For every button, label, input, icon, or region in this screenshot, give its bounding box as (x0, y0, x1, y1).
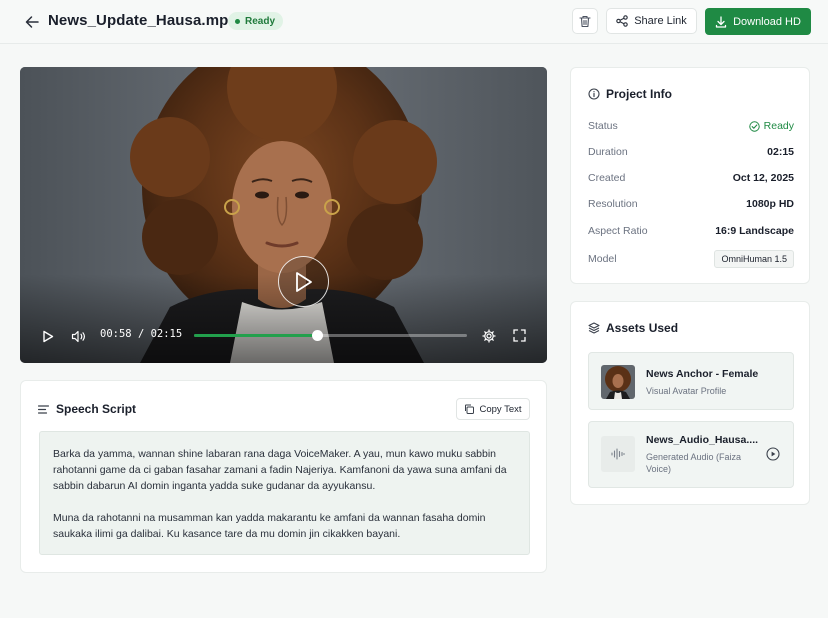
download-hd-button[interactable]: Download HD (705, 8, 811, 35)
project-info-header: Project Info (588, 87, 672, 101)
info-label: Aspect Ratio (588, 225, 648, 237)
copy-text-button[interactable]: Copy Text (456, 398, 530, 420)
share-link-label: Share Link (634, 15, 687, 27)
info-row-status: Status Ready (588, 120, 794, 132)
status-badge-label: Ready (245, 15, 276, 27)
assets-used-title: Assets Used (606, 321, 679, 335)
check-circle-icon (748, 120, 760, 132)
volume-button[interactable] (70, 328, 88, 344)
info-value: 1080p HD (746, 198, 794, 210)
file-title: News_Update_Hausa.mp4 (48, 12, 237, 29)
info-value-status: Ready (748, 120, 794, 132)
avatar-video-frame (20, 67, 547, 363)
info-icon (588, 88, 600, 100)
avatar-image (601, 365, 635, 399)
copy-icon (465, 404, 475, 414)
info-row-model: Model OmniHuman 1.5 (588, 250, 794, 268)
copy-text-label: Copy Text (479, 403, 522, 415)
status-value: Ready (763, 120, 794, 132)
video-player[interactable] (20, 67, 547, 363)
asset-item-avatar[interactable]: News Anchor - Female Visual Avatar Profi… (588, 352, 794, 410)
share-link-button[interactable]: Share Link (606, 8, 697, 34)
volume-icon (71, 330, 85, 342)
fullscreen-icon (513, 329, 526, 342)
info-value: Oct 12, 2025 (732, 172, 794, 184)
top-bar: News_Update_Hausa.mp4 Ready Share Link D… (0, 0, 828, 44)
assets-used-card: Assets Used News Anchor - Female Visual … (570, 301, 810, 505)
model-badge: OmniHuman 1.5 (714, 250, 794, 268)
back-arrow-icon[interactable] (22, 12, 42, 32)
play-button[interactable] (40, 328, 56, 344)
project-info-title: Project Info (606, 87, 673, 101)
download-hd-label: Download HD (733, 15, 801, 28)
info-value: 02:15 (767, 146, 794, 158)
script-paragraph: Muna da rahotanni na musamman kan yadda … (53, 512, 486, 540)
time-separator: / (137, 328, 145, 340)
layers-icon (588, 322, 600, 334)
play-icon (295, 271, 312, 292)
info-label: Resolution (588, 198, 638, 210)
progress-fill (194, 334, 317, 337)
share-icon (616, 15, 628, 27)
info-value: 16:9 Landscape (715, 225, 794, 237)
gear-icon (481, 328, 496, 343)
status-dot-icon (235, 18, 240, 24)
fullscreen-button[interactable] (511, 327, 528, 344)
play-circle-icon (765, 446, 780, 461)
text-align-icon (38, 404, 49, 414)
audio-play-button[interactable] (765, 446, 780, 461)
info-row-duration: Duration 02:15 (588, 146, 794, 158)
info-label: Status (588, 120, 618, 132)
avatar-thumbnail (601, 365, 635, 399)
progress-bar[interactable] (194, 330, 467, 341)
asset-name: News_Audio_Hausa.... (646, 434, 759, 446)
info-label: Duration (588, 146, 628, 158)
speech-script-title: Speech Script (56, 402, 137, 416)
download-icon (715, 15, 727, 28)
info-label: Model (588, 253, 617, 265)
status-badge: Ready (228, 12, 284, 30)
speech-script-card: Speech Script Copy Text Barka da yamma, … (20, 380, 547, 573)
time-readout: 00:58 / 02:15 (100, 328, 182, 340)
current-time: 00:58 (100, 328, 132, 340)
center-play-button[interactable] (278, 256, 329, 307)
speech-script-header: Speech Script (38, 402, 136, 416)
script-paragraph: Barka da yamma, wannan shine labaran ran… (53, 448, 507, 492)
asset-type: Visual Avatar Profile (646, 386, 727, 396)
asset-type: Generated Audio (Faiza Voice) (646, 452, 742, 474)
project-info-card: Project Info Status Ready Duration 02:15… (570, 67, 810, 284)
info-row-created: Created Oct 12, 2025 (588, 172, 794, 184)
info-row-aspect-ratio: Aspect Ratio 16:9 Landscape (588, 225, 794, 237)
total-time: 02:15 (150, 328, 183, 340)
progress-handle[interactable] (311, 330, 323, 341)
asset-item-audio[interactable]: News_Audio_Hausa.... Generated Audio (Fa… (588, 421, 794, 488)
settings-button[interactable] (480, 327, 497, 344)
delete-button[interactable] (572, 8, 598, 34)
play-small-icon (43, 330, 54, 342)
audio-thumbnail (601, 436, 635, 472)
assets-used-header: Assets Used (588, 321, 678, 335)
asset-name: News Anchor - Female (646, 368, 759, 380)
trash-icon (579, 15, 591, 27)
info-label: Created (588, 172, 626, 184)
info-row-resolution: Resolution 1080p HD (588, 198, 794, 210)
speech-script-text[interactable]: Barka da yamma, wannan shine labaran ran… (39, 431, 530, 555)
audio-waveform-icon (611, 448, 625, 460)
